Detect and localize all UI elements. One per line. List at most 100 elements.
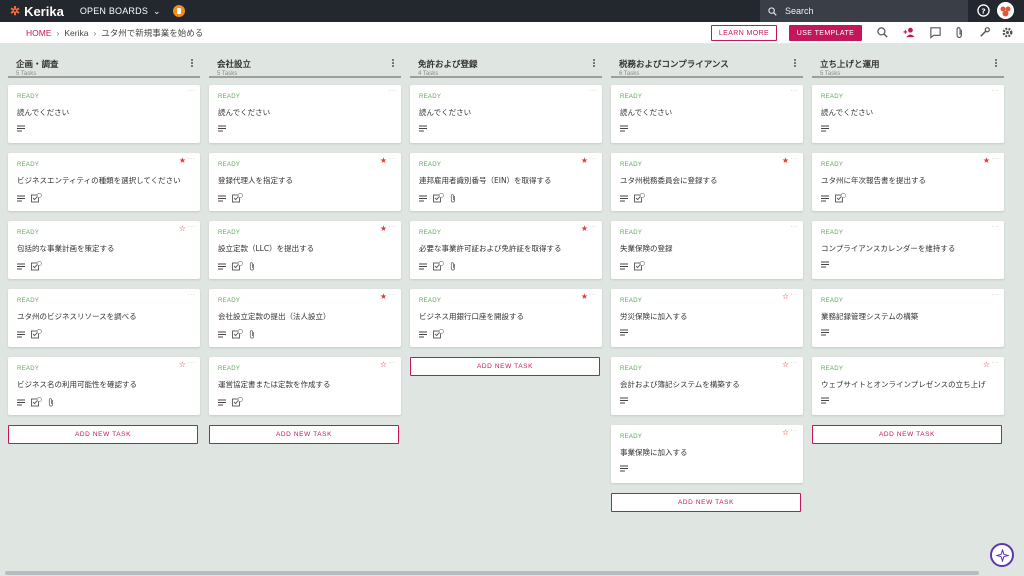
card-more-icon[interactable]: ··· <box>791 225 798 231</box>
search-bar[interactable]: Search <box>760 0 968 22</box>
column-menu-icon[interactable] <box>190 58 194 68</box>
card-more-icon[interactable]: ··· <box>992 157 999 163</box>
task-card[interactable]: READY ★ ··· ユタ州税務委員会に登録する <box>611 153 803 211</box>
task-card[interactable]: READY ★ ··· ビジネスエンティティの種類を選択してください <box>8 153 200 211</box>
star-filled-icon[interactable]: ★ <box>380 157 387 165</box>
add-new-task-button[interactable]: ADD NEW TASK <box>410 357 600 376</box>
star-outline-icon[interactable]: ☆ <box>782 293 789 301</box>
card-more-icon[interactable]: ··· <box>389 293 396 299</box>
star-filled-icon[interactable]: ★ <box>782 157 789 165</box>
org-badge-icon[interactable] <box>172 5 185 17</box>
card-more-icon[interactable]: ··· <box>389 89 396 95</box>
star-outline-icon[interactable]: ☆ <box>782 361 789 369</box>
task-card[interactable]: READY ··· 読んでください <box>812 85 1004 143</box>
task-card[interactable]: READY ··· 失業保険の登録 <box>611 221 803 279</box>
kerika-logo[interactable]: ✲ Kerika <box>10 4 64 19</box>
task-card[interactable]: READY ☆ ··· 労災保険に加入する <box>611 289 803 347</box>
card-more-icon[interactable]: ··· <box>992 225 999 231</box>
card-more-icon[interactable]: ··· <box>590 89 597 95</box>
task-card[interactable]: READY ★ ··· 会社設立定款の提出（法人設立） <box>209 289 401 347</box>
card-more-icon[interactable]: ··· <box>389 361 396 367</box>
card-more-icon[interactable]: ··· <box>188 293 195 299</box>
task-card[interactable]: READY ★ ··· 連邦雇用者識別番号（EIN）を取得する <box>410 153 602 211</box>
card-more-icon[interactable]: ··· <box>992 89 999 95</box>
card-more-icon[interactable]: ··· <box>791 361 798 367</box>
card-more-icon[interactable]: ··· <box>389 157 396 163</box>
task-card[interactable]: READY ★ ··· 登録代理人を指定する <box>209 153 401 211</box>
task-card[interactable]: READY ☆ ··· 会計および簿記システムを構築する <box>611 357 803 415</box>
card-more-icon[interactable]: ··· <box>590 293 597 299</box>
task-card[interactable]: READY ☆ ··· 包括的な事業計画を策定する <box>8 221 200 279</box>
attachment-icon[interactable] <box>953 26 966 39</box>
card-more-icon[interactable]: ··· <box>188 89 195 95</box>
task-card[interactable]: READY ☆ ··· ウェブサイトとオンラインプレゼンスの立ち上げ <box>812 357 1004 415</box>
open-boards-menu[interactable]: OPEN BOARDS ⌄ <box>80 6 161 17</box>
task-card[interactable]: READY ☆ ··· 運営協定書または定款を作成する <box>209 357 401 415</box>
card-more-icon[interactable]: ··· <box>992 361 999 367</box>
gear-icon[interactable] <box>1001 26 1014 39</box>
column-title[interactable]: 企画・調査 <box>8 52 200 70</box>
ai-assistant-button[interactable] <box>990 543 1014 567</box>
card-more-icon[interactable]: ··· <box>590 225 597 231</box>
star-outline-icon[interactable]: ☆ <box>179 361 186 369</box>
add-new-task-button[interactable]: ADD NEW TASK <box>209 425 399 444</box>
task-card[interactable]: READY ☆ ··· 事業保険に加入する <box>611 425 803 483</box>
task-badges <box>821 125 835 132</box>
column-title[interactable]: 立ち上げと運用 <box>812 52 1004 70</box>
card-more-icon[interactable]: ··· <box>791 157 798 163</box>
task-card[interactable]: READY ★ ··· ユタ州に年次報告書を提出する <box>812 153 1004 211</box>
task-card[interactable]: READY ··· 読んでください <box>209 85 401 143</box>
learn-more-button[interactable]: LEARN MORE <box>711 25 777 41</box>
star-outline-icon[interactable]: ☆ <box>782 429 789 437</box>
column-menu-icon[interactable] <box>592 58 596 68</box>
settings-wrench-icon[interactable] <box>978 26 991 39</box>
star-filled-icon[interactable]: ★ <box>581 157 588 165</box>
breadcrumb-home[interactable]: HOME <box>26 28 52 38</box>
column-title[interactable]: 会社設立 <box>209 52 401 70</box>
card-more-icon[interactable]: ··· <box>791 293 798 299</box>
user-avatar[interactable] <box>997 2 1014 19</box>
breadcrumb-account[interactable]: Kerika <box>64 28 88 38</box>
star-outline-icon[interactable]: ☆ <box>380 361 387 369</box>
star-filled-icon[interactable]: ★ <box>179 157 186 165</box>
task-card[interactable]: READY ··· 業務記録管理システムの構築 <box>812 289 1004 347</box>
card-more-icon[interactable]: ··· <box>992 293 999 299</box>
card-more-icon[interactable]: ··· <box>188 361 195 367</box>
column-title[interactable]: 税務およびコンプライアンス <box>611 52 803 70</box>
column-menu-icon[interactable] <box>793 58 797 68</box>
add-new-task-button[interactable]: ADD NEW TASK <box>611 493 801 512</box>
column-title[interactable]: 免許および登録 <box>410 52 602 70</box>
task-card[interactable]: READY ··· ユタ州のビジネスリソースを調べる <box>8 289 200 347</box>
card-more-icon[interactable]: ··· <box>791 89 798 95</box>
star-filled-icon[interactable]: ★ <box>380 293 387 301</box>
card-more-icon[interactable]: ··· <box>791 429 798 435</box>
task-card[interactable]: READY ··· コンプライアンスカレンダーを維持する <box>812 221 1004 279</box>
star-outline-icon[interactable]: ☆ <box>179 225 186 233</box>
task-card[interactable]: READY ★ ··· ビジネス用銀行口座を開設する <box>410 289 602 347</box>
add-person-icon[interactable] <box>903 26 916 39</box>
star-filled-icon[interactable]: ★ <box>581 225 588 233</box>
task-card[interactable]: READY ★ ··· 設立定款（LLC）を提出する <box>209 221 401 279</box>
help-icon[interactable]: ? <box>977 4 990 17</box>
star-filled-icon[interactable]: ★ <box>380 225 387 233</box>
column-menu-icon[interactable] <box>391 58 395 68</box>
star-filled-icon[interactable]: ★ <box>983 157 990 165</box>
task-card[interactable]: READY ☆ ··· ビジネス名の利用可能性を確認する <box>8 357 200 415</box>
star-filled-icon[interactable]: ★ <box>581 293 588 301</box>
task-card[interactable]: READY ★ ··· 必要な事業許可証および免許証を取得する <box>410 221 602 279</box>
task-card[interactable]: READY ··· 読んでください <box>611 85 803 143</box>
add-new-task-button[interactable]: ADD NEW TASK <box>812 425 1002 444</box>
column-menu-icon[interactable] <box>994 58 998 68</box>
card-more-icon[interactable]: ··· <box>389 225 396 231</box>
card-more-icon[interactable]: ··· <box>188 157 195 163</box>
chat-icon[interactable] <box>929 26 942 39</box>
add-new-task-button[interactable]: ADD NEW TASK <box>8 425 198 444</box>
task-card[interactable]: READY ··· 読んでください <box>8 85 200 143</box>
horizontal-scrollbar[interactable] <box>5 571 979 575</box>
star-outline-icon[interactable]: ☆ <box>983 361 990 369</box>
card-more-icon[interactable]: ··· <box>188 225 195 231</box>
use-template-button[interactable]: USE TEMPLATE <box>789 25 862 41</box>
search-board-icon[interactable] <box>876 26 889 39</box>
card-more-icon[interactable]: ··· <box>590 157 597 163</box>
task-card[interactable]: READY ··· 読んでください <box>410 85 602 143</box>
